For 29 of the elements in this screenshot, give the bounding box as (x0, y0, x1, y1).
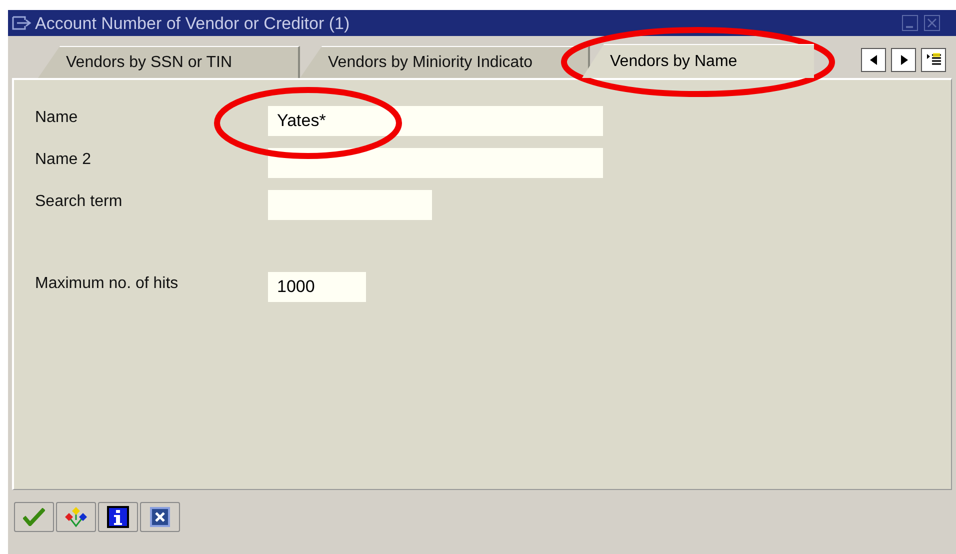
tab-list-button[interactable] (921, 48, 946, 72)
window-title: Account Number of Vendor or Creditor (1) (35, 14, 350, 32)
minimize-icon[interactable] (902, 15, 918, 31)
close-icon (150, 507, 170, 527)
list-icon (926, 53, 940, 67)
scroll-right-button[interactable] (891, 48, 916, 72)
hierarchy-button[interactable] (56, 502, 96, 532)
input-field[interactable] (268, 148, 603, 178)
check-icon (23, 508, 45, 526)
input-field[interactable]: 1000 (268, 272, 366, 302)
scroll-left-button[interactable] (861, 48, 886, 72)
left-arrow-icon (870, 55, 878, 65)
field-label: Maximum no. of hits (35, 274, 180, 294)
close-icon[interactable] (924, 15, 940, 31)
field-label: Search term (35, 192, 124, 212)
diamonds-icon (64, 506, 88, 528)
tab[interactable]: Vendors by SSN or TIN (38, 46, 300, 78)
confirm-button[interactable] (14, 502, 54, 532)
window-icon (12, 15, 32, 31)
info-button[interactable] (98, 502, 138, 532)
tab[interactable]: Vendors by Name (582, 44, 814, 78)
field-label: Name (35, 108, 79, 128)
info-icon (107, 506, 129, 528)
tab[interactable]: Vendors by Miniority Indicato (300, 46, 590, 78)
input-field[interactable]: Yates* (268, 106, 603, 136)
right-arrow-icon (900, 55, 908, 65)
input-field[interactable] (268, 190, 432, 220)
field-label: Name 2 (35, 150, 92, 170)
cancel-button[interactable] (140, 502, 180, 532)
